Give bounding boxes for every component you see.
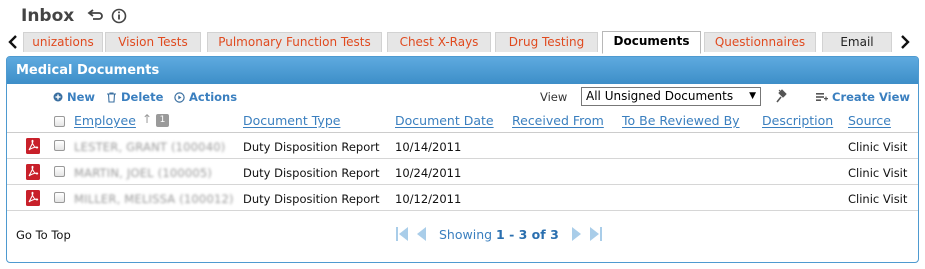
row-checkbox[interactable]	[54, 166, 65, 177]
table-row[interactable]: MILLER, MELISSA (100012) Duty Dispositio…	[7, 185, 918, 211]
tab-email[interactable]: Email	[822, 32, 892, 52]
column-source[interactable]: Source	[848, 113, 891, 128]
tab-documents[interactable]: Documents	[602, 31, 701, 54]
tabs-scroll-left-icon[interactable]	[3, 31, 23, 53]
tab-pulmonary-function-tests[interactable]: Pulmonary Function Tests	[207, 32, 382, 52]
actions-button[interactable]: Actions	[174, 90, 237, 104]
view-select[interactable]: All Unsigned Documents ▼	[581, 87, 761, 106]
previous-page-icon[interactable]	[415, 226, 427, 242]
column-to-be-reviewed-by[interactable]: To Be Reviewed By	[622, 113, 740, 128]
pdf-icon[interactable]	[26, 138, 40, 154]
toolbar: New Delete Actions View All Unsigned Doc…	[7, 84, 918, 109]
employee-name: MARTIN, JOEL (100005)	[74, 166, 213, 180]
create-view-icon	[816, 93, 828, 101]
column-received-from[interactable]: Received From	[512, 113, 604, 128]
document-type: Duty Disposition Report	[243, 192, 380, 206]
source: Clinic Visit	[848, 166, 908, 180]
page-title: Inbox	[21, 6, 75, 26]
tab-chest-xrays[interactable]: Chest X-Rays	[387, 32, 491, 52]
trash-icon	[107, 91, 116, 103]
delete-button[interactable]: Delete	[106, 90, 163, 104]
sort-arrow-icon[interactable]: ↑	[142, 112, 152, 126]
new-label: New	[67, 90, 96, 104]
create-view-label: Create View	[832, 90, 911, 104]
document-type: Duty Disposition Report	[243, 140, 380, 154]
pin-icon[interactable]	[774, 88, 790, 107]
employee-name: LESTER, GRANT (100040)	[74, 140, 226, 154]
refresh-icon[interactable]	[86, 7, 104, 25]
tabs-scroll-right-icon[interactable]	[895, 31, 915, 53]
source: Clinic Visit	[848, 192, 908, 206]
showing-prefix: Showing	[439, 226, 493, 242]
dropdown-caret-icon: ▼	[749, 91, 756, 101]
document-date: 10/12/2011	[395, 192, 462, 206]
view-select-value: All Unsigned Documents	[586, 89, 734, 103]
title-bar: Inbox	[21, 4, 128, 28]
go-to-top-link[interactable]: Go To Top	[16, 228, 71, 242]
next-page-icon[interactable]	[571, 226, 583, 242]
column-description[interactable]: Description	[762, 113, 833, 128]
column-document-date[interactable]: Document Date	[395, 113, 494, 128]
play-circle-icon	[174, 91, 185, 103]
plus-circle-icon	[53, 92, 63, 102]
source: Clinic Visit	[848, 140, 908, 154]
view-label: View	[540, 90, 568, 104]
tab-immunizations[interactable]: unizations	[23, 32, 103, 52]
documents-table: Employee ↑ 1 Document Type Document Date…	[7, 109, 918, 211]
new-button[interactable]: New	[53, 90, 95, 104]
row-checkbox[interactable]	[54, 192, 65, 203]
info-icon[interactable]	[110, 7, 128, 25]
sort-order-badge: 1	[156, 114, 169, 127]
pdf-icon[interactable]	[26, 164, 40, 180]
column-document-type[interactable]: Document Type	[243, 113, 340, 128]
table-footer: Go To Top Showing 1 - 3 of 3	[7, 219, 918, 249]
tab-vision-tests[interactable]: Vision Tests	[105, 32, 201, 52]
document-type: Duty Disposition Report	[243, 166, 380, 180]
select-all-checkbox[interactable]	[54, 116, 65, 127]
showing-range: 1 - 3 of 3	[496, 226, 559, 242]
panel-title: Medical Documents	[7, 57, 918, 84]
table-header: Employee ↑ 1 Document Type Document Date…	[7, 109, 918, 133]
first-page-icon[interactable]	[395, 226, 409, 242]
document-date: 10/24/2011	[395, 166, 462, 180]
document-date: 10/14/2011	[395, 140, 462, 154]
employee-name: MILLER, MELISSA (100012)	[74, 192, 234, 206]
pagination: Showing 1 - 3 of 3	[395, 223, 603, 245]
pdf-icon[interactable]	[26, 190, 40, 206]
last-page-icon[interactable]	[589, 226, 603, 242]
column-employee[interactable]: Employee	[74, 113, 136, 128]
medical-documents-panel: Medical Documents New Delete Actions Vie…	[6, 56, 919, 263]
delete-label: Delete	[121, 90, 164, 104]
create-view-button[interactable]: Create View	[816, 90, 910, 104]
table-row[interactable]: LESTER, GRANT (100040) Duty Disposition …	[7, 133, 918, 159]
tab-questionnaires[interactable]: Questionnaires	[704, 32, 816, 52]
actions-label: Actions	[189, 90, 238, 104]
table-row[interactable]: MARTIN, JOEL (100005) Duty Disposition R…	[7, 159, 918, 185]
tab-drug-testing[interactable]: Drug Testing	[495, 32, 598, 52]
page-status: Showing 1 - 3 of 3	[439, 227, 559, 242]
row-checkbox[interactable]	[54, 140, 65, 151]
tab-strip: unizations Vision Tests Pulmonary Functi…	[0, 31, 925, 54]
